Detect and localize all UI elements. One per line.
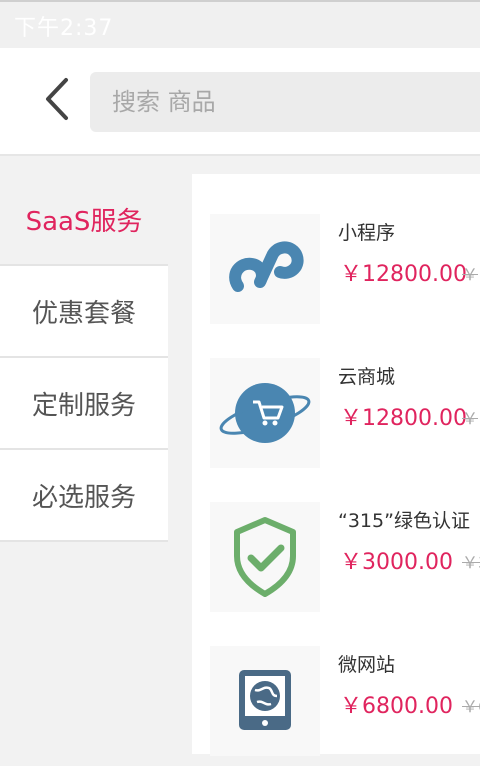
product-item-micro-site[interactable]: 微网站 ￥6800.00 ￥6 — [192, 646, 480, 766]
shield-check-icon — [234, 517, 296, 597]
status-time: 下午2:37 — [14, 16, 114, 41]
product-name: “315”绿色认证 — [338, 510, 470, 532]
status-bar: 下午2:37 — [0, 0, 480, 48]
sidebar-item-label: 优惠套餐 — [31, 298, 136, 329]
back-button[interactable] — [36, 76, 80, 122]
sidebar-item-required[interactable]: 必选服务 — [0, 450, 168, 542]
product-name: 小程序 — [338, 222, 396, 244]
chevron-left-icon — [46, 78, 68, 120]
product-thumbnail — [210, 502, 320, 612]
product-thumbnail — [210, 214, 320, 324]
product-original-price: ￥ — [462, 265, 479, 284]
product-price: ￥6800.00 — [340, 694, 453, 719]
search-box[interactable] — [90, 72, 480, 132]
sidebar-item-custom[interactable]: 定制服务 — [0, 358, 168, 450]
product-name: 云商城 — [338, 366, 396, 388]
mini-program-icon — [229, 241, 304, 292]
product-list: 小程序 ￥12800.00 ￥ 云商城 ￥12800.00 ￥ “315”绿色认… — [192, 174, 480, 756]
product-price: ￥3000.00 — [340, 550, 453, 575]
product-price: ￥12800.00 — [340, 406, 467, 431]
product-original-price: ￥6 — [462, 697, 480, 716]
product-item-315-certification[interactable]: “315”绿色认证 ￥3000.00 ￥3 — [192, 502, 480, 622]
product-thumbnail — [210, 646, 320, 756]
category-sidebar: SaaS服务 优惠套餐 定制服务 必选服务 — [0, 174, 168, 542]
product-item-mini-program[interactable]: 小程序 ￥12800.00 ￥ — [192, 214, 480, 334]
micro-site-icon — [239, 670, 291, 730]
product-name: 微网站 — [338, 654, 396, 676]
sidebar-item-label: 必选服务 — [31, 482, 136, 513]
product-thumbnail — [210, 358, 320, 468]
sidebar-item-saas[interactable]: SaaS服务 — [0, 174, 168, 266]
product-original-price: ￥3 — [462, 553, 480, 572]
header — [0, 48, 480, 156]
sidebar-item-packages[interactable]: 优惠套餐 — [0, 266, 168, 358]
product-item-cloud-mall[interactable]: 云商城 ￥12800.00 ￥ — [192, 358, 480, 478]
sidebar-item-label: SaaS服务 — [25, 206, 143, 237]
product-original-price: ￥ — [462, 409, 479, 428]
product-price: ￥12800.00 — [340, 262, 467, 287]
search-input[interactable] — [90, 72, 480, 132]
cloud-mall-icon — [219, 383, 311, 443]
sidebar-item-label: 定制服务 — [31, 390, 136, 421]
